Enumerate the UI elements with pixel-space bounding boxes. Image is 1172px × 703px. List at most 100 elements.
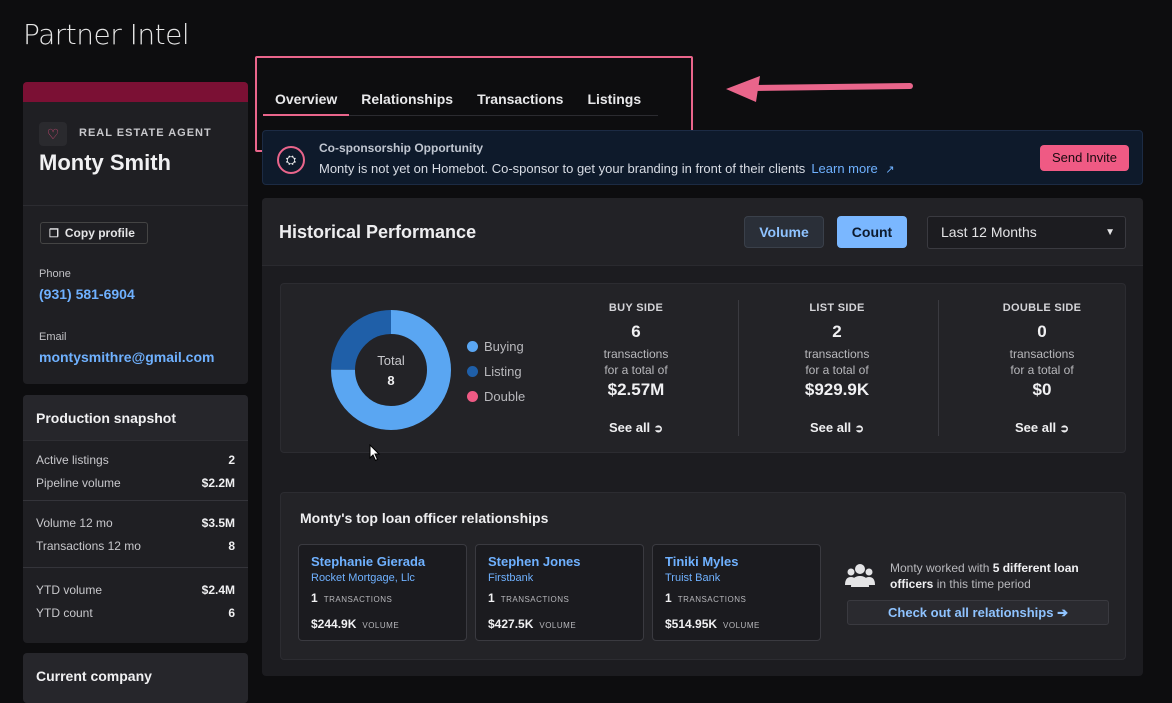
officer-name[interactable]: Stephen Jones: [488, 554, 631, 569]
snapshot-row: Pipeline volume $2.2M: [36, 471, 235, 494]
officer-volume: $427.5K VOLUME: [488, 617, 631, 631]
vol-label: VOLUME: [362, 621, 400, 630]
count-toggle-button[interactable]: Count: [837, 216, 907, 248]
stat-amount: $0: [1032, 380, 1052, 399]
see-all-label: See all: [809, 420, 852, 435]
vol-label: VOLUME: [723, 621, 760, 630]
snapshot-value: 6: [228, 605, 235, 620]
tab-relationships[interactable]: Relationships: [349, 88, 465, 116]
banner-title: Co-sponsorship Opportunity: [319, 141, 483, 155]
tab-listings[interactable]: Listings: [575, 88, 653, 116]
phone-label: Phone: [39, 268, 71, 280]
stat-text: for a total of: [1010, 363, 1074, 377]
historical-title: Historical Performance: [279, 222, 477, 242]
transaction-stats: Total 8 Buying Listing Double BUY SIDE 6…: [280, 283, 1126, 453]
officer-name[interactable]: Stephanie Gierada: [311, 554, 454, 569]
stat-count: 2: [832, 322, 842, 341]
heart-icon[interactable]: ♡: [39, 122, 67, 146]
tx-label: TRANSACTIONS: [323, 595, 393, 604]
check-relationships-button[interactable]: Check out all relationships ➔: [847, 600, 1109, 625]
snapshot-row: YTD count 6: [36, 601, 235, 624]
see-all-double-link[interactable]: See all ➲: [967, 420, 1117, 435]
summary-text: in this time period: [933, 577, 1031, 591]
officer-volume: $244.9K VOLUME: [311, 617, 454, 631]
snapshot-label: Pipeline volume: [36, 475, 121, 490]
officer-volume-value: $514.95K: [665, 617, 718, 631]
double-side-stat: DOUBLE SIDE 0 transactions for a total o…: [967, 302, 1117, 435]
officer-transactions: 1 TRANSACTIONS: [665, 591, 808, 605]
robot-icon: ⛭: [277, 146, 305, 174]
tx-label: TRANSACTIONS: [500, 595, 570, 604]
officer-volume: $514.95K VOLUME: [665, 617, 808, 631]
volume-toggle-button[interactable]: Volume: [744, 216, 824, 248]
mouse-cursor-icon: [369, 444, 381, 462]
email-label: Email: [39, 331, 67, 343]
external-link-icon: ↗: [885, 164, 895, 176]
officer-volume-value: $427.5K: [488, 617, 534, 631]
snapshot-group: Active listings 2 Pipeline volume $2.2M: [23, 441, 248, 501]
loan-officer-card[interactable]: Tiniki Myles Truist Bank 1 TRANSACTIONS $…: [652, 544, 821, 641]
agent-card: ♡ REAL ESTATE AGENT Monty Smith ❐ Copy p…: [23, 82, 248, 384]
annotation-arrow-icon: [726, 76, 913, 102]
tab-bar: Overview Relationships Transactions List…: [263, 88, 658, 116]
production-snapshot: Production snapshot Active listings 2 Pip…: [23, 395, 248, 643]
arrow-circle-icon: ➲: [653, 423, 664, 435]
legend-label: Double: [484, 389, 526, 404]
snapshot-label: Transactions 12 mo: [36, 538, 141, 553]
summary-text: Monty worked with: [890, 561, 993, 575]
loan-section-title: Monty's top loan officer relationships: [300, 510, 549, 526]
list-side-stat: LIST SIDE 2 transactions for a total of …: [762, 302, 912, 435]
copy-profile-button[interactable]: ❐ Copy profile: [40, 222, 148, 244]
phone-link[interactable]: (931) 581-6904: [39, 286, 135, 302]
officer-tx-count: 1: [311, 591, 318, 605]
stat-count: 0: [1037, 322, 1047, 341]
chevron-down-icon: ▼: [1105, 227, 1115, 238]
donut-total-label: Total: [377, 353, 405, 368]
legend-label: Buying: [484, 339, 524, 354]
snapshot-value: 2: [228, 452, 235, 467]
tab-overview[interactable]: Overview: [263, 88, 350, 116]
check-relationships-label: Check out all relationships: [888, 605, 1054, 620]
buy-side-stat: BUY SIDE 6 transactions for a total of $…: [561, 302, 711, 435]
snapshot-row: Volume 12 mo $3.5M: [36, 511, 235, 534]
snapshot-group: YTD volume $2.4M YTD count 6: [23, 568, 248, 624]
historical-performance-panel: Historical Performance Volume Count Last…: [262, 198, 1143, 676]
officer-transactions: 1 TRANSACTIONS: [311, 591, 454, 605]
snapshot-value: 8: [228, 538, 235, 553]
snapshot-label: YTD count: [36, 605, 93, 620]
divider: [938, 300, 939, 436]
transactions-donut-chart: Total 8: [331, 310, 451, 430]
snapshot-row: YTD volume $2.4M: [36, 578, 235, 601]
period-select[interactable]: Last 12 Months ▼: [927, 216, 1126, 249]
page-title: Partner Intel: [23, 18, 190, 51]
agent-card-band: [23, 82, 248, 102]
officer-name[interactable]: Tiniki Myles: [665, 554, 808, 569]
legend-swatch: [467, 366, 478, 377]
snapshot-label: YTD volume: [36, 582, 103, 597]
see-all-label: See all: [608, 420, 651, 435]
legend-item-buying: Buying: [467, 334, 525, 359]
officer-transactions: 1 TRANSACTIONS: [488, 591, 631, 605]
agent-name: Monty Smith: [39, 150, 171, 175]
copy-profile-label: Copy profile: [64, 226, 135, 240]
loan-officer-card[interactable]: Stephanie Gierada Rocket Mortgage, Llc 1…: [298, 544, 467, 641]
officer-company: Firstbank: [488, 572, 534, 584]
tab-transactions[interactable]: Transactions: [465, 88, 575, 116]
snapshot-value: $2.2M: [201, 475, 235, 490]
snapshot-label: Active listings: [36, 452, 109, 467]
current-company-header[interactable]: Current company: [23, 653, 248, 703]
see-all-list-link[interactable]: See all ➲: [762, 420, 912, 435]
learn-more-link[interactable]: Learn more: [811, 161, 877, 176]
email-link[interactable]: montysmithre@gmail.com: [39, 349, 214, 365]
stat-text: transactions: [603, 347, 669, 361]
tx-label: TRANSACTIONS: [677, 595, 747, 604]
send-invite-button[interactable]: Send Invite: [1040, 145, 1129, 171]
snapshot-row: Transactions 12 mo 8: [36, 534, 235, 557]
vol-label: VOLUME: [539, 621, 577, 630]
cosponsor-banner: ⛭ Co-sponsorship Opportunity Monty is no…: [262, 130, 1143, 185]
snapshot-label: Volume 12 mo: [36, 515, 113, 530]
officer-tx-count: 1: [665, 591, 672, 605]
loan-officer-card[interactable]: Stephen Jones Firstbank 1 TRANSACTIONS $4…: [475, 544, 644, 641]
see-all-buy-link[interactable]: See all ➲: [561, 420, 711, 435]
arrow-circle-icon: ➲: [854, 423, 865, 435]
